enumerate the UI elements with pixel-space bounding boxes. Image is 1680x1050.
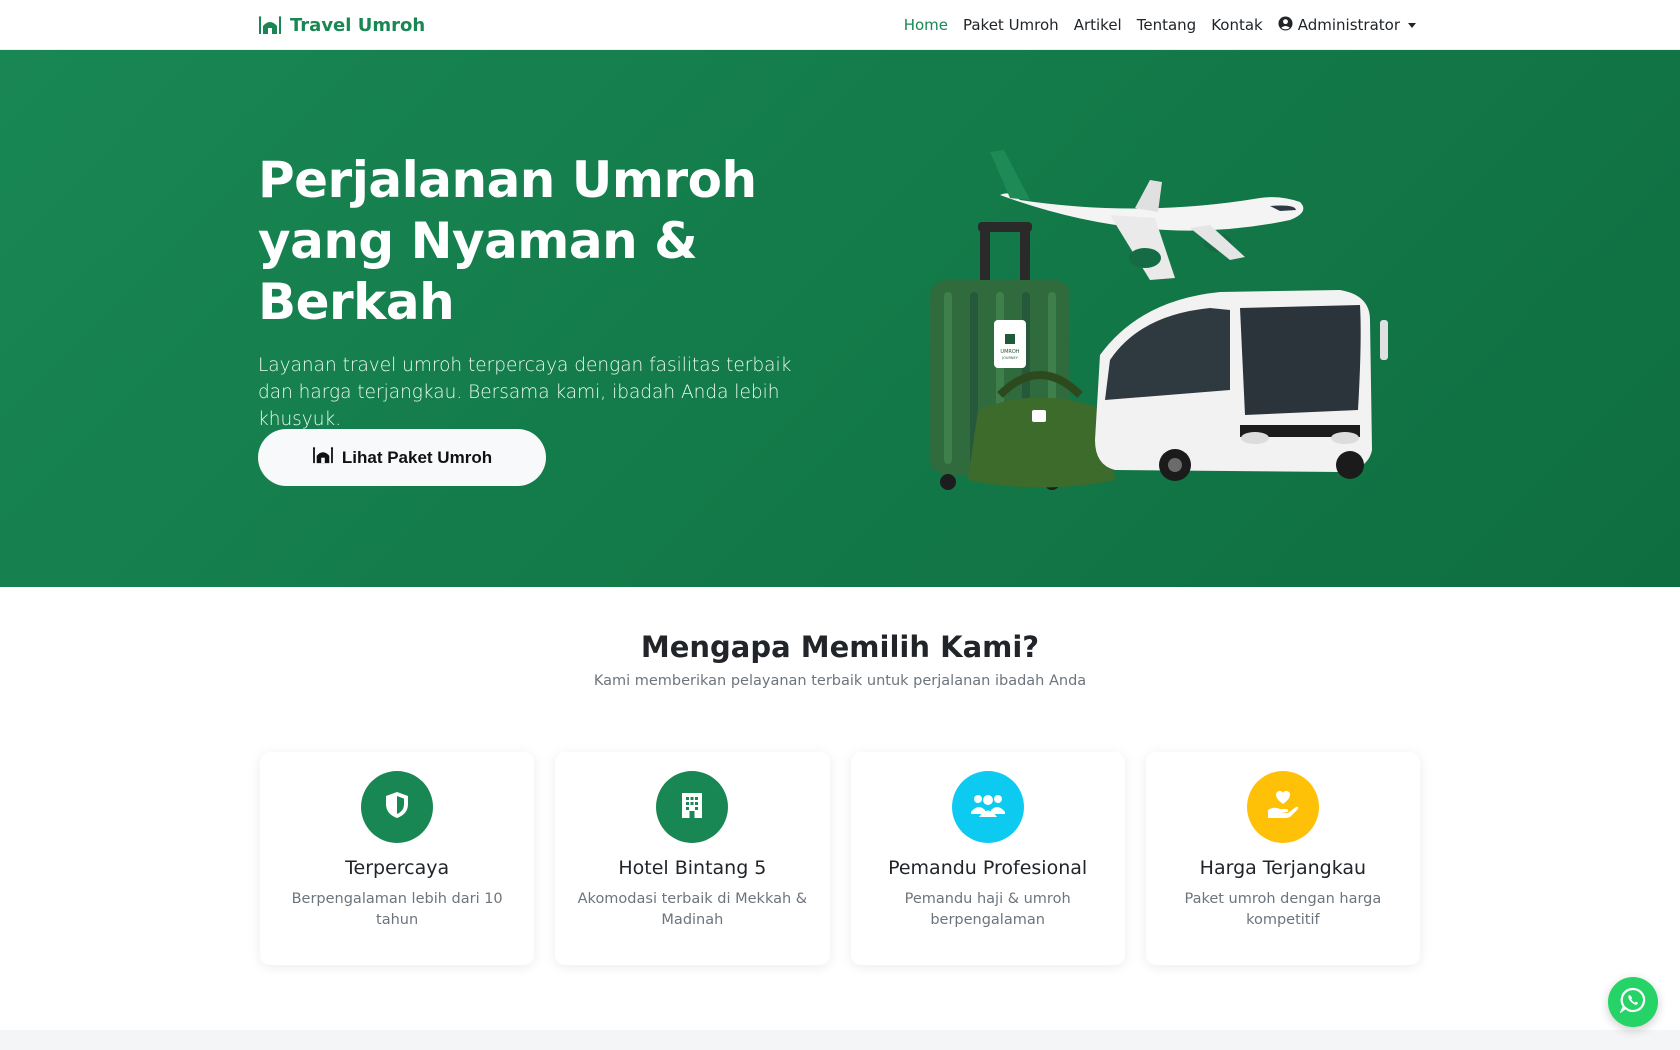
hero-title: Perjalanan Umroh yang Nyaman & Berkah <box>258 151 757 331</box>
view-packages-button[interactable]: Lihat Paket Umroh <box>258 429 546 486</box>
hero-section: Perjalanan Umroh yang Nyaman & Berkah La… <box>0 50 1680 587</box>
feature-card-terpercaya: Terpercaya Berpengalaman lebih dari 10 t… <box>260 752 535 965</box>
features-cards: Terpercaya Berpengalaman lebih dari 10 t… <box>260 752 1420 965</box>
features-subtitle: Kami memberikan pelayanan terbaik untuk … <box>593 673 1087 689</box>
feature-icon-circle <box>951 771 1024 843</box>
feature-text: Akomodasi terbaik di Mekkah & Madinah <box>577 891 808 928</box>
brand-name: Travel Umroh <box>290 14 426 36</box>
user-circle-icon <box>1278 15 1293 35</box>
tag-text-journey: JOURNEY <box>1001 356 1019 360</box>
view-packages-label: Lihat Paket Umroh <box>341 447 493 467</box>
feature-title: Pemandu Profesional <box>888 857 1088 879</box>
features-title: Mengapa Memilih Kami? <box>640 630 1040 664</box>
bus-image <box>1095 290 1388 481</box>
users-icon <box>970 792 1006 822</box>
tag-text-umroh: UMROH <box>1000 349 1019 355</box>
feature-title: Terpercaya <box>345 857 450 879</box>
hand-heart-icon <box>1266 790 1300 824</box>
kaaba-mosque-icon <box>258 15 282 35</box>
nav-item-artikel[interactable]: Artikel <box>1074 16 1122 34</box>
hero-subtitle: Layanan travel umroh terpercaya dengan f… <box>258 355 792 430</box>
airplane-image <box>990 150 1304 280</box>
user-name: Administrator <box>1297 16 1400 34</box>
chevron-down-icon <box>1408 22 1416 28</box>
feature-text: Pemandu haji & umroh berpengalaman <box>904 891 1071 928</box>
nav-item-kontak[interactable]: Kontak <box>1211 16 1263 34</box>
whatsapp-icon <box>1619 987 1646 1017</box>
hotel-icon <box>678 790 706 824</box>
next-section-edge <box>0 1030 1680 1050</box>
nav-item-paket-umroh[interactable]: Paket Umroh <box>963 16 1059 34</box>
nav-menu: Home Paket Umroh Artikel Tentang Kontak … <box>904 13 1416 37</box>
feature-text: Berpengalaman lebih dari 10 tahun <box>291 891 503 928</box>
feature-card-pemandu: Pemandu Profesional Pemandu haji & umroh… <box>850 752 1125 965</box>
brand-link[interactable]: Travel Umroh <box>258 13 425 37</box>
feature-card-harga: Harga Terjangkau Paket umroh dengan harg… <box>1145 752 1420 965</box>
whatsapp-float-button[interactable] <box>1608 977 1658 1027</box>
feature-card-hotel: Hotel Bintang 5 Akomodasi terbaik di Mek… <box>555 752 830 965</box>
navbar: Travel Umroh Home Paket Umroh Artikel Te… <box>0 0 1680 50</box>
feature-icon-circle <box>1246 771 1319 843</box>
shield-icon <box>383 790 411 824</box>
feature-text: Paket umroh dengan harga kompetitif <box>1184 891 1382 928</box>
nav-item-home[interactable]: Home <box>904 16 948 34</box>
nav-item-tentang[interactable]: Tentang <box>1137 16 1196 34</box>
feature-title: Hotel Bintang 5 <box>618 857 767 879</box>
feature-title: Harga Terjangkau <box>1199 857 1367 879</box>
hero-illustration: UMROH JOURNEY <box>900 140 1420 520</box>
kaaba-mosque-icon <box>312 446 334 469</box>
feature-icon-circle <box>656 771 729 843</box>
feature-icon-circle <box>361 771 434 843</box>
user-dropdown-toggle[interactable]: Administrator <box>1278 15 1416 35</box>
